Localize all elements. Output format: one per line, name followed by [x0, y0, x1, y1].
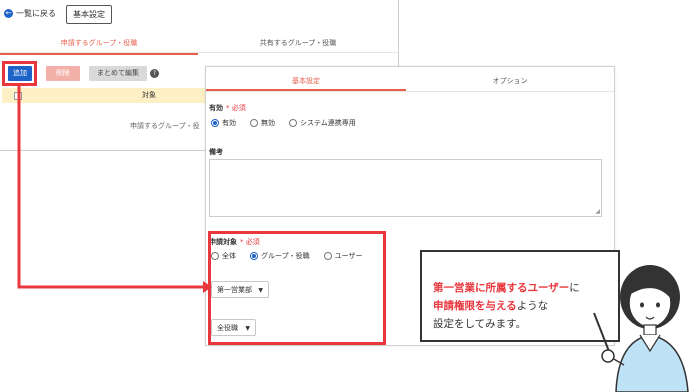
- connector-line: [17, 86, 203, 289]
- callout-highlight-2: 申請権限を与える: [433, 300, 517, 312]
- callout-highlight-1: 第一営業に所属するユーザー: [433, 282, 570, 294]
- callout-text: 第一営業に所属するユーザーに 申請権限を与えるような 設定をしてみます。: [433, 279, 580, 333]
- callout-line-2-rest: ような: [516, 300, 549, 312]
- callout-line-1: 第一営業に所属するユーザーに: [433, 279, 580, 297]
- callout-line-1-rest: に: [569, 282, 580, 294]
- arrow-head-icon: [203, 281, 212, 293]
- callout-line-3: 設定をしてみます。: [433, 318, 527, 330]
- callout-line-2: 申請権限を与えるような: [433, 297, 580, 315]
- presenter-illustration: [593, 265, 689, 392]
